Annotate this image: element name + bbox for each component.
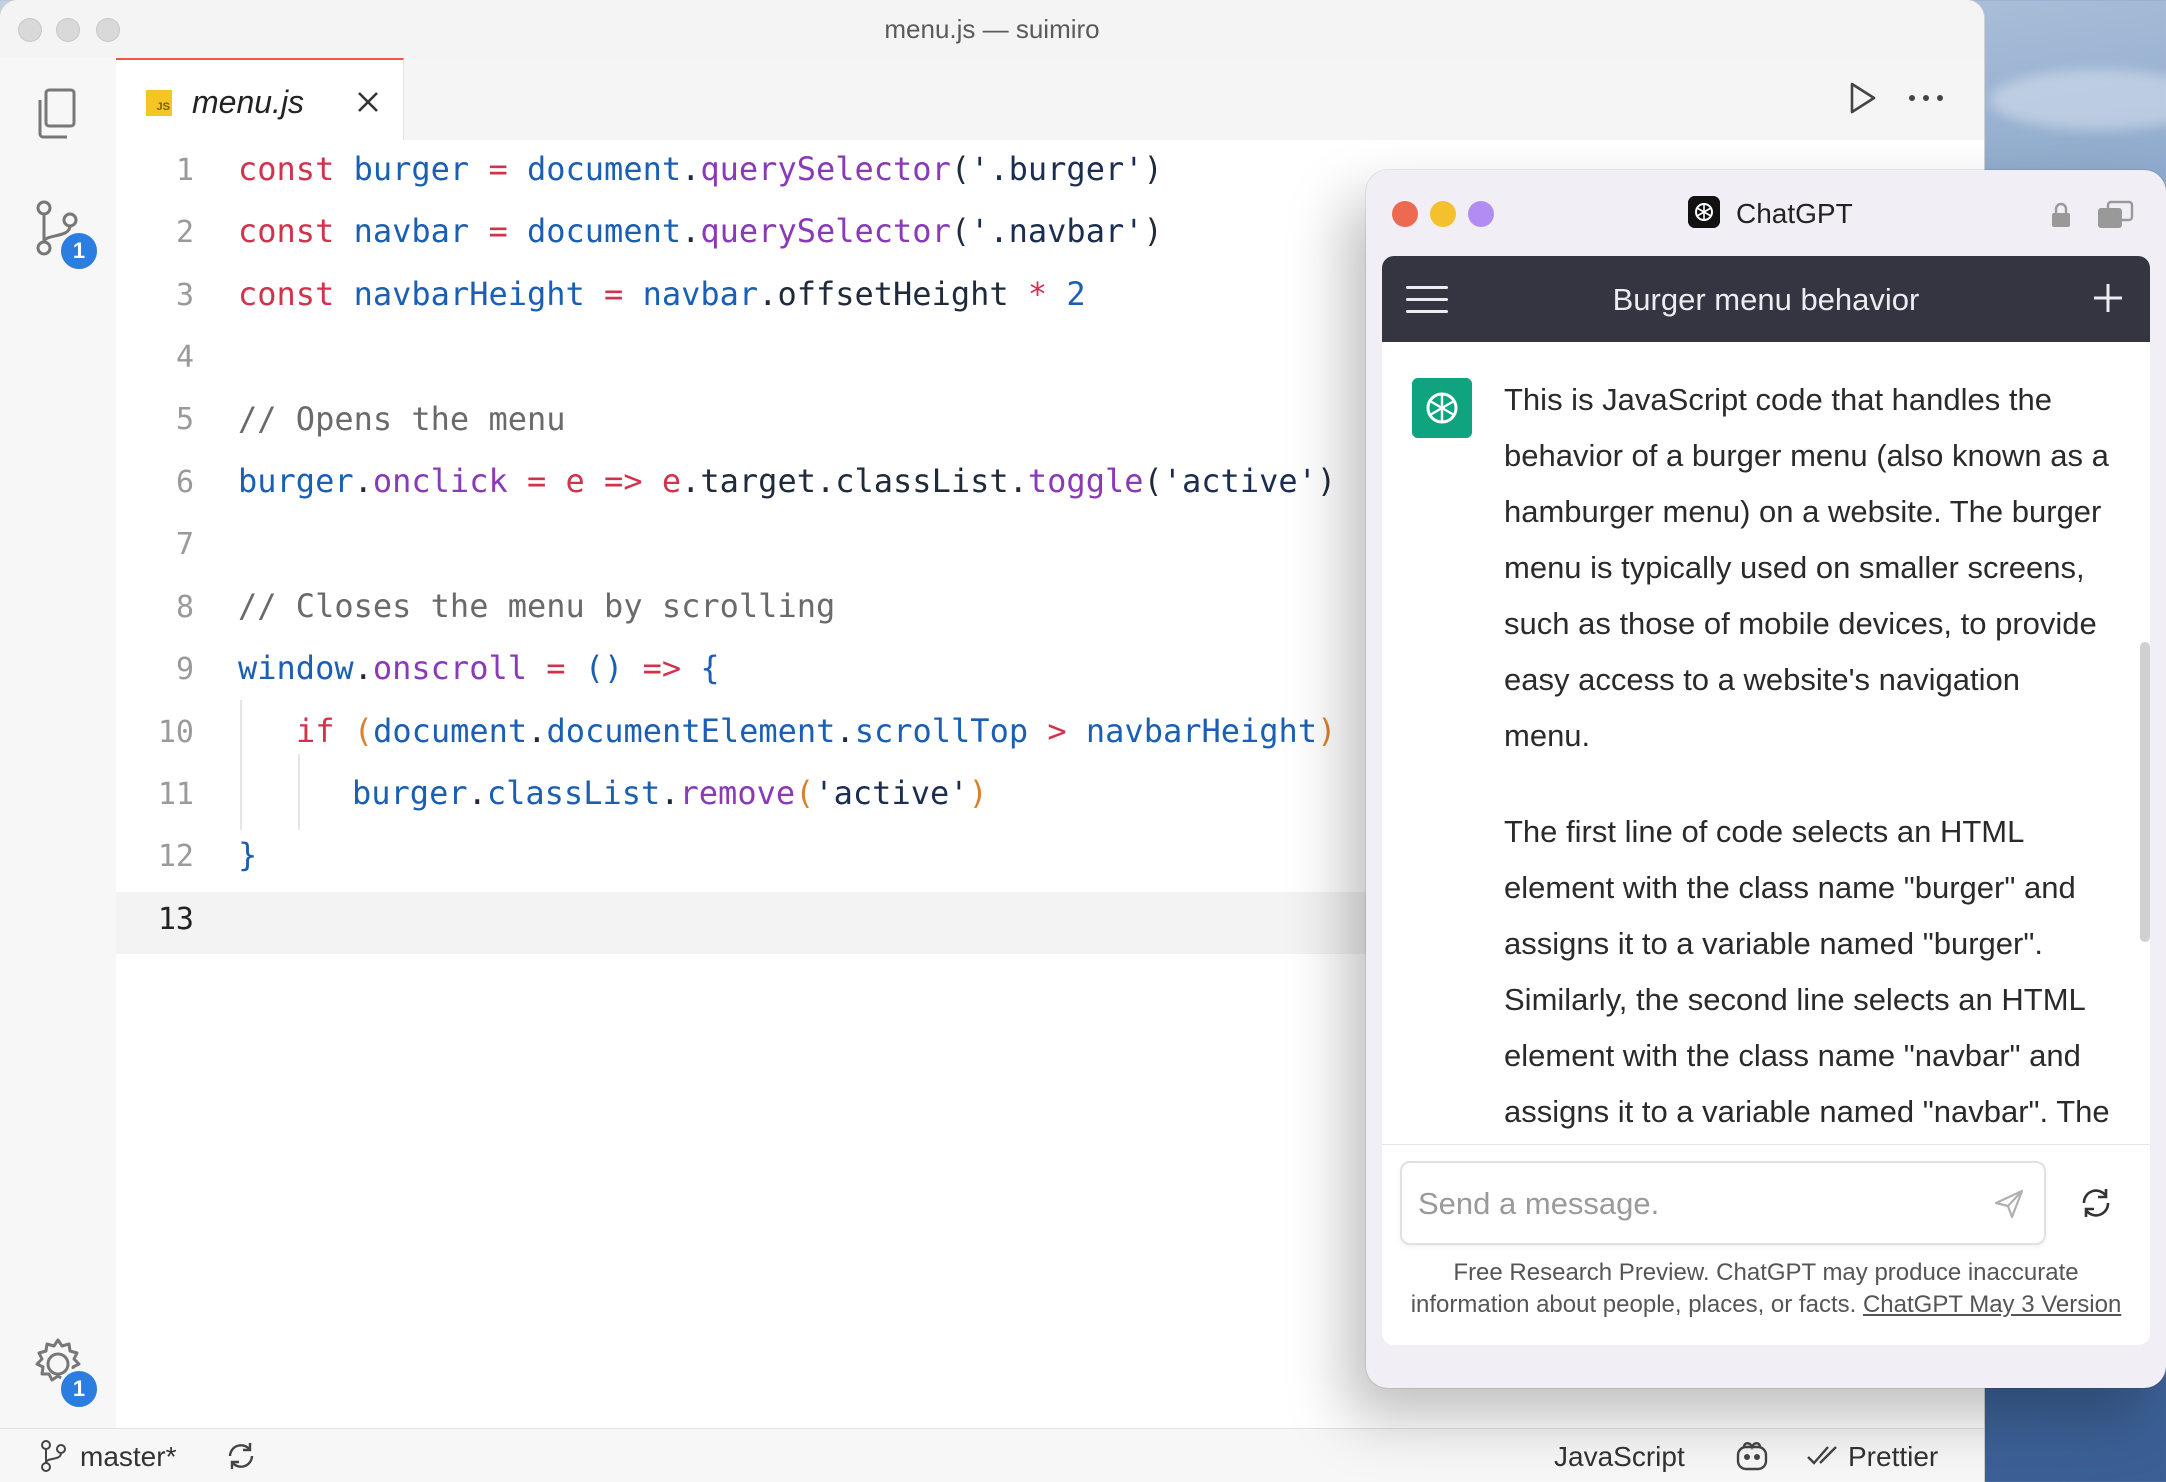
assistant-avatar-icon <box>1412 378 1472 438</box>
line-number: 5 <box>175 402 194 437</box>
code-line-12: } <box>238 836 258 874</box>
conversation-title: Burger menu behavior <box>1612 282 1920 317</box>
line-number: 2 <box>175 215 194 250</box>
indent-guide <box>298 754 300 830</box>
close-tab-icon[interactable] <box>354 88 382 116</box>
regenerate-icon[interactable] <box>2076 1183 2116 1223</box>
line-number: 1 <box>175 153 194 188</box>
line-number: 4 <box>175 340 194 375</box>
openai-logo-icon <box>1688 196 1720 228</box>
code-line-10: if (document.documentElement.scrollTop >… <box>296 712 1337 750</box>
code-line-3: const navbarHeight = navbar.offsetHeight… <box>238 275 1086 313</box>
new-chat-plus-icon[interactable] <box>2090 280 2126 316</box>
expand-dot[interactable] <box>1468 201 1494 227</box>
message-input[interactable] <box>1416 1177 1960 1231</box>
message-paragraph: This is JavaScript code that handles the… <box>1504 382 2109 753</box>
chatgpt-window: ChatGPT Burger menu behavior This is Jav… <box>1366 170 2166 1388</box>
minimize-dot[interactable] <box>1430 201 1456 227</box>
status-bar: master* JavaScript Prettier <box>0 1428 1984 1482</box>
version-link[interactable]: ChatGPT May 3 Version <box>1863 1291 2121 1318</box>
window-mode-icon[interactable] <box>2096 200 2134 230</box>
chat-scrollbar[interactable] <box>2140 642 2150 942</box>
code-line-5: // Opens the menu <box>238 400 566 438</box>
sync-icon[interactable] <box>224 1439 258 1473</box>
js-file-icon: JS <box>146 90 172 116</box>
settings-badge: 1 <box>58 1368 100 1410</box>
line-number: 12 <box>157 839 194 874</box>
code-line-11: burger.classList.remove('active') <box>352 774 988 812</box>
line-number: 10 <box>157 715 194 750</box>
copilot-icon[interactable] <box>1734 1439 1770 1473</box>
double-check-icon <box>1807 1446 1837 1465</box>
conversation-header: Burger menu behavior <box>1382 256 2150 342</box>
line-number: 7 <box>175 527 194 562</box>
disclaimer: Free Research Preview. ChatGPT may produ… <box>1402 1257 2130 1321</box>
message-paragraph: The first line of code selects an HTML e… <box>1504 814 2110 1129</box>
app-title: ChatGPT <box>1736 198 1853 229</box>
window-title: menu.js — suimiro <box>884 14 1100 44</box>
code-line-1: const burger = document.querySelector('.… <box>238 150 1163 188</box>
more-actions-icon[interactable] <box>1902 78 1950 118</box>
activity-bar: 1 1 <box>0 58 117 1428</box>
message-list[interactable]: This is JavaScript code that handles the… <box>1382 342 2150 1144</box>
tab-label: menu.js <box>192 84 305 120</box>
line-number: 9 <box>175 652 194 687</box>
tab-menu-js[interactable]: JS menu.js <box>116 58 404 140</box>
message-input-box[interactable] <box>1400 1161 2046 1245</box>
send-icon[interactable] <box>1992 1187 2026 1221</box>
close-dot[interactable] <box>1392 201 1418 227</box>
formatter-status[interactable]: Prettier <box>1848 1441 1938 1473</box>
line-number: 8 <box>175 590 194 625</box>
line-number: 11 <box>157 777 194 812</box>
assistant-message: This is JavaScript code that handles the… <box>1504 372 2114 1144</box>
branch-name[interactable]: master* <box>80 1441 176 1473</box>
indent-guide <box>240 700 242 830</box>
code-line-8: // Closes the menu by scrolling <box>238 587 836 625</box>
code-line-6: burger.onclick = e => e.target.classList… <box>238 462 1337 500</box>
chatgpt-titlebar: ChatGPT <box>1366 170 2166 256</box>
run-play-icon[interactable] <box>1842 78 1882 118</box>
source-control-badge: 1 <box>58 230 100 272</box>
language-mode[interactable]: JavaScript <box>1554 1441 1685 1473</box>
git-branch-icon <box>41 1440 66 1472</box>
code-line-9: window.onscroll = () => { <box>238 649 720 687</box>
line-number: 6 <box>175 465 194 500</box>
tab-bar: JS menu.js <box>116 58 1984 141</box>
explorer-icon[interactable] <box>28 84 88 144</box>
code-line-2: const navbar = document.querySelector('.… <box>238 212 1163 250</box>
lock-icon[interactable] <box>2050 202 2072 228</box>
line-number-current: 13 <box>157 902 194 937</box>
line-number: 3 <box>175 278 194 313</box>
editor-titlebar: menu.js — suimiro <box>0 0 1984 59</box>
composer: Free Research Preview. ChatGPT may produ… <box>1382 1144 2150 1345</box>
